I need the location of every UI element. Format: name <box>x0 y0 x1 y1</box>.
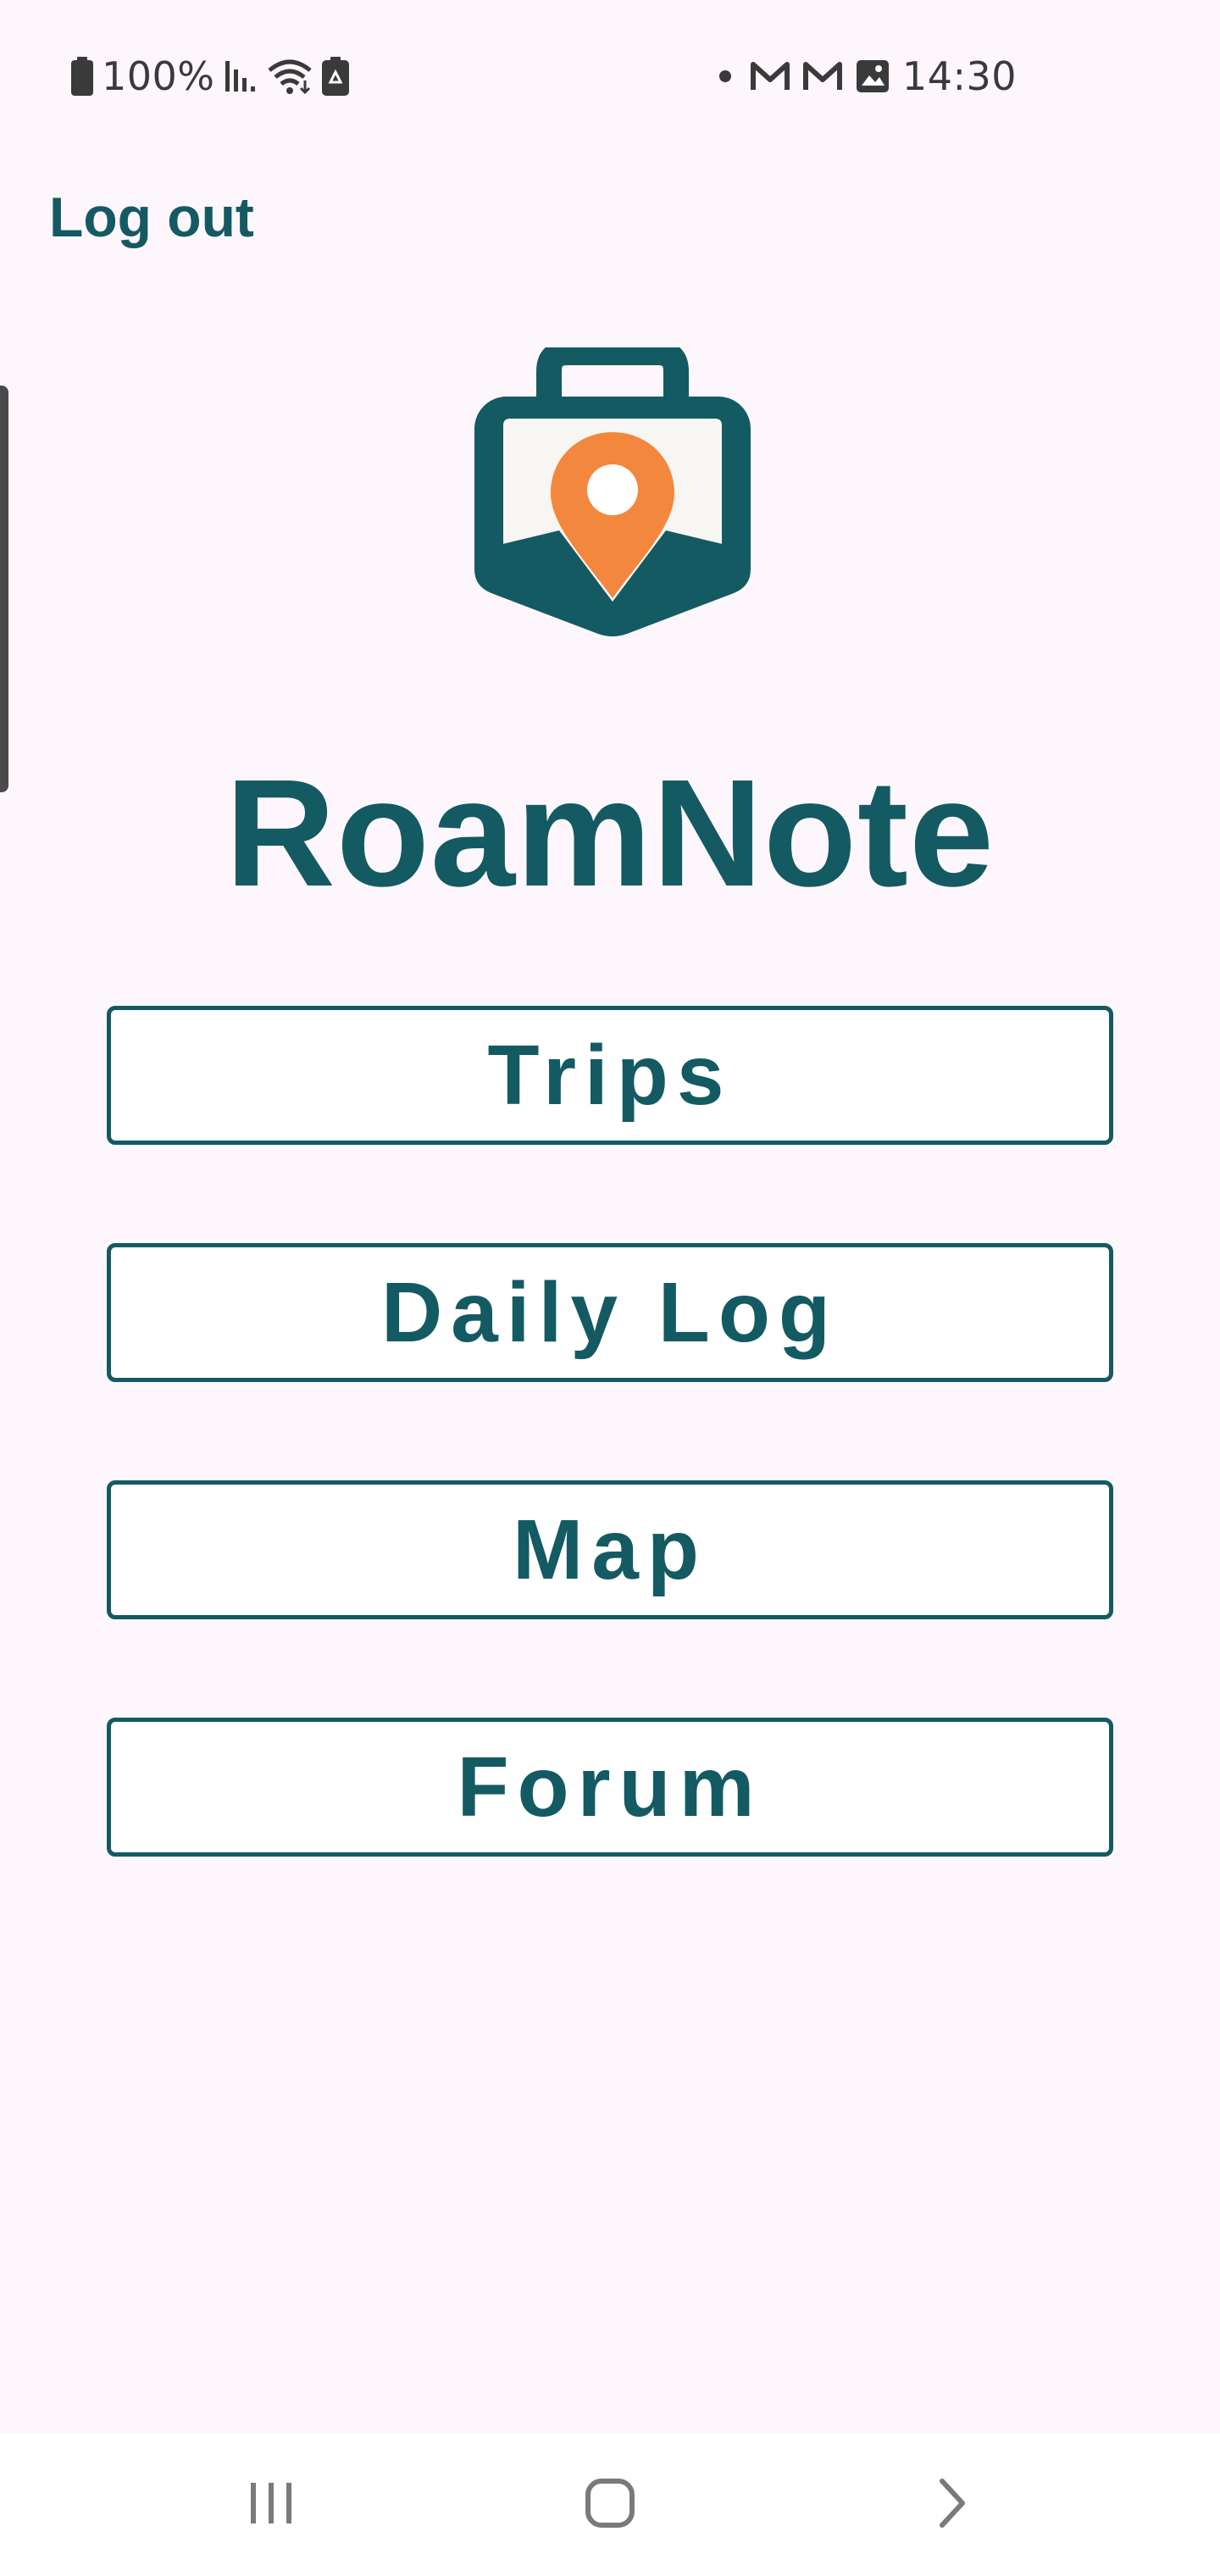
logout-button[interactable]: Log out <box>49 185 254 249</box>
back-button[interactable] <box>901 2434 1003 2576</box>
system-nav-bar <box>0 2434 1220 2576</box>
suitcase-location-pin-icon <box>474 340 751 637</box>
clock: 14:30 <box>901 53 1017 99</box>
battery-saver-icon <box>321 57 349 96</box>
status-left-group: 100% <box>71 53 349 100</box>
recent-apps-button[interactable] <box>220 2434 322 2576</box>
wifi-icon <box>266 57 313 96</box>
gmail-icon <box>750 59 790 93</box>
recent-apps-icon <box>246 2481 297 2529</box>
status-bar: 100% 14:30 <box>0 0 1220 153</box>
app-title: RoamNote <box>225 748 995 919</box>
signal-icon <box>224 59 258 93</box>
back-icon <box>935 2478 969 2533</box>
gallery-icon <box>855 58 890 94</box>
notification-dot-icon <box>713 68 738 85</box>
map-button[interactable]: Map <box>107 1480 1113 1619</box>
battery-percentage: 100% <box>102 53 215 99</box>
status-right-group: 14:30 <box>713 53 1017 100</box>
home-button[interactable] <box>559 2434 661 2576</box>
edge-panel-handle[interactable] <box>0 386 8 792</box>
battery-icon <box>71 57 93 96</box>
home-icon <box>585 2478 635 2533</box>
gmail-icon <box>802 59 843 93</box>
trips-button[interactable]: Trips <box>107 1006 1113 1145</box>
forum-button[interactable]: Forum <box>107 1718 1113 1857</box>
daily-log-button[interactable]: Daily Log <box>107 1243 1113 1382</box>
